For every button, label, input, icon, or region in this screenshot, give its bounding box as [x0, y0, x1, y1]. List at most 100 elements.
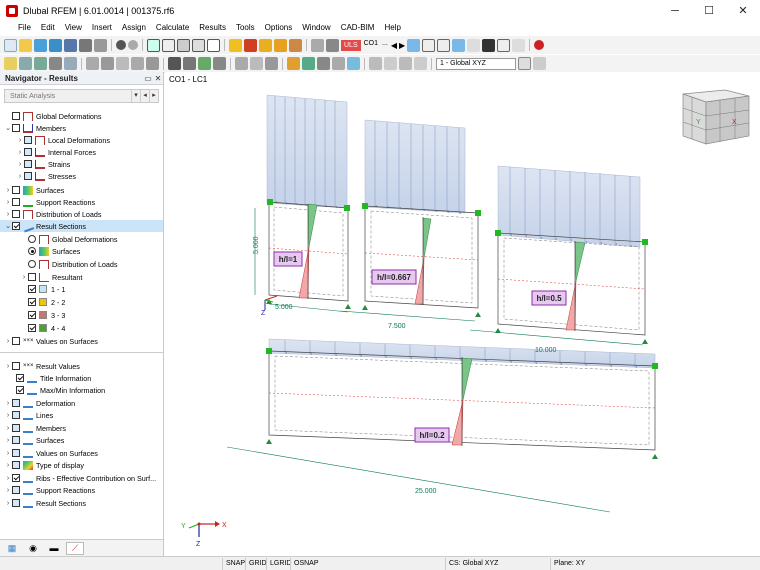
model-viewport[interactable]: CO1 - LC1 h/l=1 h/l=0.667 h/l=0.5 h/l=0.…: [165, 72, 760, 556]
expand-icon[interactable]: ›: [16, 173, 24, 180]
tree-item-section-3-3[interactable]: 3 - 3: [0, 309, 163, 321]
results-icon[interactable]: [326, 38, 339, 52]
menu-calculate[interactable]: Calculate: [151, 21, 194, 34]
tree-item-local-deformations[interactable]: › Local Deformations: [0, 134, 163, 146]
tree-item-result-sections-2[interactable]: › Result Sections: [0, 497, 163, 509]
cloud-icon[interactable]: [34, 38, 47, 52]
node-marker[interactable]: [642, 239, 648, 245]
cancel-icon[interactable]: [534, 40, 545, 50]
tree-item-lines[interactable]: › Lines: [0, 409, 163, 421]
tree-item-members-2[interactable]: › Members: [0, 422, 163, 434]
menu-file[interactable]: File: [0, 21, 36, 34]
checkbox[interactable]: [12, 399, 20, 407]
wall-2[interactable]: [339, 119, 481, 322]
tree-item-resultant[interactable]: › Resultant: [0, 271, 163, 283]
model-drawing[interactable]: h/l=1 h/l=0.667 h/l=0.5 h/l=0.2 5.000 5.…: [165, 72, 760, 556]
checkbox[interactable]: [24, 160, 32, 168]
next-icon[interactable]: ▶: [399, 41, 405, 50]
node-select-icon[interactable]: [64, 57, 77, 70]
osnap-toggle[interactable]: OSNAP: [290, 558, 322, 570]
expand-icon[interactable]: ⌄: [4, 124, 12, 132]
node-marker[interactable]: [344, 205, 350, 211]
checkbox[interactable]: [12, 337, 20, 345]
expand-icon[interactable]: ›: [20, 274, 28, 281]
tree-item-type-of-display[interactable]: › Type of display: [0, 459, 163, 471]
menu-assign[interactable]: Assign: [117, 21, 151, 34]
menu-help[interactable]: Help: [379, 21, 405, 34]
tree-item-rs-global-deformations[interactable]: Global Deformations: [0, 233, 163, 245]
surface-view-icon[interactable]: [287, 57, 300, 70]
minimize-button[interactable]: ─: [658, 0, 692, 21]
expand-icon[interactable]: ›: [4, 400, 12, 407]
support-icon[interactable]: [652, 454, 658, 459]
menu-view[interactable]: View: [60, 21, 87, 34]
menu-window[interactable]: Window: [297, 21, 335, 34]
checkbox[interactable]: [12, 486, 20, 494]
checkbox[interactable]: [28, 324, 36, 332]
combination-select[interactable]: CO1: [363, 39, 379, 51]
chevron-down-icon[interactable]: ▾: [131, 90, 140, 102]
support-icon[interactable]: [266, 439, 272, 444]
color-scale-icon[interactable]: [452, 38, 466, 52]
view-y-icon[interactable]: [399, 57, 412, 70]
member-add-icon[interactable]: [183, 57, 196, 70]
menu-options[interactable]: Options: [260, 21, 298, 34]
tree-item-internal-forces[interactable]: › Internal Forces: [0, 146, 163, 158]
solid-view-icon[interactable]: [317, 57, 330, 70]
tab-results-icon[interactable]: ⟋: [66, 541, 84, 555]
checkbox[interactable]: [12, 461, 20, 469]
checkbox[interactable]: [28, 298, 36, 306]
save-icon[interactable]: [64, 38, 77, 52]
checkbox[interactable]: [12, 424, 20, 432]
tree-item-rs-surfaces[interactable]: Surfaces: [0, 245, 163, 257]
render-icon[interactable]: [332, 57, 345, 70]
undo-icon[interactable]: [116, 40, 126, 50]
tree-item-surfaces[interactable]: › Surfaces: [0, 184, 163, 196]
rotate-icon[interactable]: [101, 57, 114, 70]
expand-icon[interactable]: ›: [4, 475, 12, 482]
window-layout-4-icon[interactable]: [192, 38, 205, 52]
new-file-icon[interactable]: [4, 38, 17, 52]
checkbox[interactable]: [12, 474, 20, 482]
line-icon[interactable]: [168, 57, 181, 70]
tree-item-support-reactions-2[interactable]: › Support Reactions: [0, 484, 163, 496]
checkbox[interactable]: [28, 285, 36, 293]
coordinate-icon[interactable]: [518, 57, 531, 70]
expand-icon[interactable]: ›: [4, 187, 12, 194]
tree-item-support-reactions[interactable]: › Support Reactions: [0, 196, 163, 208]
copy-icon[interactable]: [131, 57, 144, 70]
checkbox[interactable]: [12, 112, 20, 120]
tab-views-icon[interactable]: ▬: [45, 542, 63, 555]
view-x-icon[interactable]: [384, 57, 397, 70]
checkbox[interactable]: [16, 374, 24, 382]
tree-item-section-4-4[interactable]: 4 - 4: [0, 322, 163, 334]
guide-line-icon[interactable]: [265, 57, 278, 70]
scale-icon[interactable]: [146, 57, 159, 70]
expand-icon[interactable]: ›: [4, 338, 12, 345]
tab-display-icon[interactable]: ◉: [24, 542, 42, 555]
deformation-icon[interactable]: [497, 38, 511, 52]
support-icon[interactable]: [475, 312, 481, 317]
wall-3[interactable]: [469, 165, 648, 346]
tree-item-members[interactable]: ⌄ Members: [0, 122, 163, 134]
window-layout-1-icon[interactable]: [147, 38, 160, 52]
view-cube[interactable]: Y X: [682, 89, 750, 145]
tree-item-result-sections[interactable]: ⌄ Result Sections: [0, 220, 163, 232]
model-icon[interactable]: [49, 38, 62, 52]
radio[interactable]: [28, 260, 36, 268]
tree-item-section-1-1[interactable]: 1 - 1: [0, 283, 163, 295]
radio[interactable]: [28, 247, 36, 255]
checkbox[interactable]: [12, 362, 20, 370]
expand-icon[interactable]: ›: [4, 450, 12, 457]
pin-icon[interactable]: ▭: [143, 74, 153, 83]
line-select-icon[interactable]: [49, 57, 62, 70]
checkbox[interactable]: [12, 210, 20, 218]
expand-icon[interactable]: ›: [4, 462, 12, 469]
panel-close-icon[interactable]: ✕: [153, 74, 163, 83]
support-icon[interactable]: [198, 57, 211, 70]
select-all-icon[interactable]: [34, 57, 47, 70]
expand-icon[interactable]: ›: [4, 437, 12, 444]
tree-item-strains[interactable]: › Strains: [0, 158, 163, 170]
print-icon[interactable]: [79, 38, 92, 52]
tree-item-distribution-of-loads[interactable]: › Distribution of Loads: [0, 208, 163, 220]
